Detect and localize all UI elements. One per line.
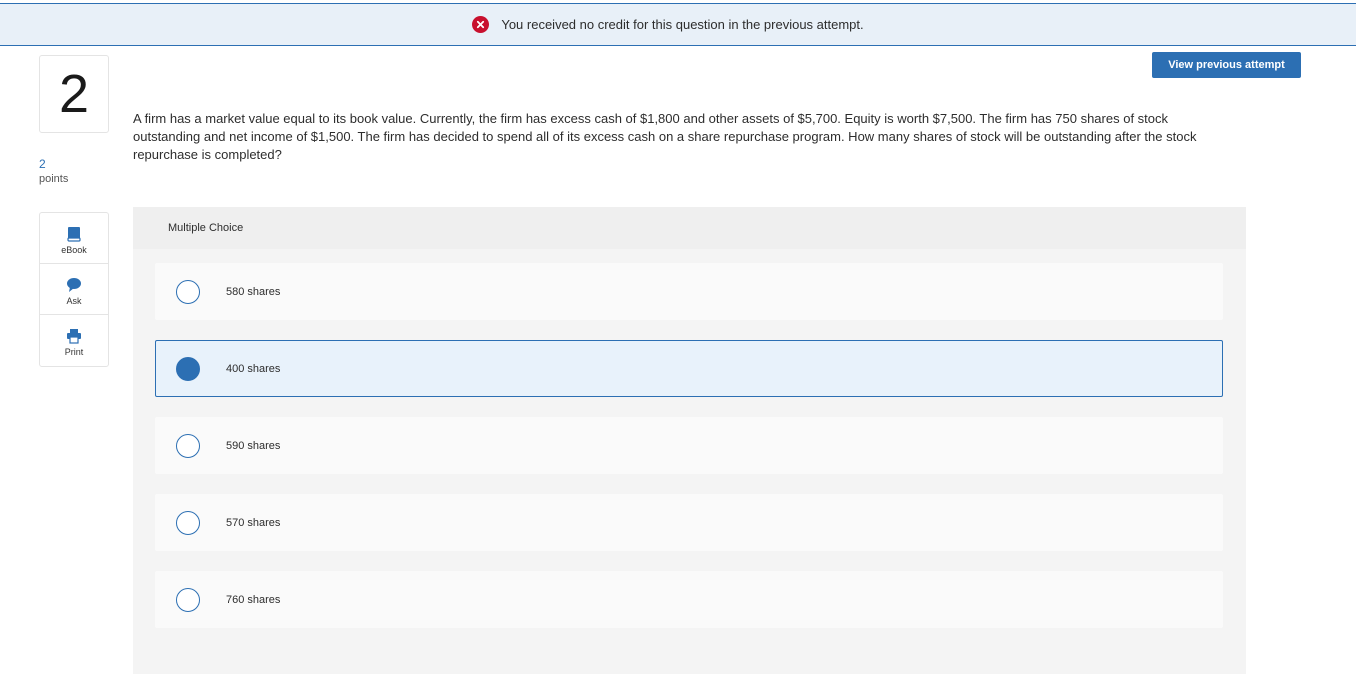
multiple-choice-panel: Multiple Choice 580 shares 400 shares 59… (133, 207, 1246, 674)
view-previous-attempt-button[interactable]: View previous attempt (1152, 52, 1301, 78)
choice-option[interactable]: 400 shares (155, 340, 1223, 397)
points-label: points (39, 173, 69, 185)
choice-option[interactable]: 590 shares (155, 417, 1223, 474)
choice-label: 760 shares (226, 593, 281, 606)
ebook-button[interactable]: eBook (40, 213, 108, 264)
printer-icon (67, 329, 81, 344)
ask-button[interactable]: Ask (40, 264, 108, 315)
ask-label: Ask (66, 295, 82, 306)
radio-button[interactable] (176, 433, 200, 458)
question-text: A firm has a market value equal to its b… (133, 111, 1197, 162)
ebook-label: eBook (61, 244, 87, 255)
radio-button[interactable] (176, 279, 200, 304)
choice-label: 580 shares (226, 285, 281, 298)
choice-label: 570 shares (226, 516, 281, 529)
choice-option[interactable]: 760 shares (155, 571, 1223, 628)
speech-bubble-icon (67, 277, 81, 292)
banner-message: You received no credit for this question… (501, 17, 864, 32)
previous-attempt-banner: You received no credit for this question… (0, 3, 1356, 46)
quiz-page: You received no credit for this question… (0, 0, 1356, 682)
book-icon (67, 226, 81, 242)
choice-option[interactable]: 570 shares (155, 494, 1223, 551)
radio-button[interactable] (176, 510, 200, 535)
multiple-choice-header: Multiple Choice (133, 207, 1246, 249)
question-number: 2 (39, 55, 109, 133)
points-value: 2 (39, 157, 46, 171)
question-tools: eBook Ask Print (39, 212, 109, 367)
radio-button[interactable] (176, 356, 200, 381)
print-button[interactable]: Print (40, 315, 108, 366)
choice-label: 590 shares (226, 439, 281, 452)
print-label: Print (64, 347, 84, 357)
choice-option[interactable]: 580 shares (155, 263, 1223, 320)
error-x-icon (472, 16, 490, 33)
radio-button[interactable] (176, 587, 200, 612)
choice-label: 400 shares (226, 362, 281, 375)
